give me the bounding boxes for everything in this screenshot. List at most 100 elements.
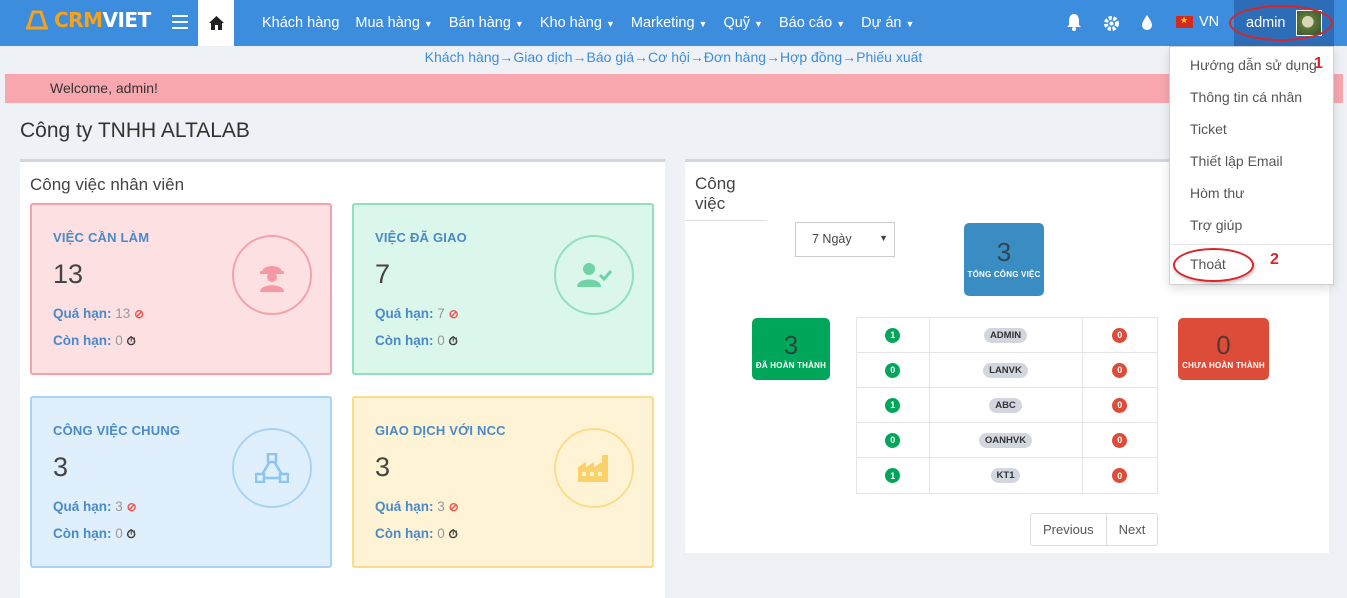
factory-icon [554,428,634,508]
menu-item-ticket[interactable]: Ticket [1190,121,1227,137]
menu-item-mailbox[interactable]: Hòm thư [1190,185,1245,201]
staff-name-badge[interactable]: OANHVK [978,432,1033,448]
menu-item-help[interactable]: Trợ giúp [1190,217,1242,233]
overdue-row: Quá hạn: 13 ⊘ [53,306,145,321]
nav-menu-label: Kho hàng [539,15,602,31]
stat-value: 7 [375,259,391,289]
menu-item-profile[interactable]: Thông tin cá nhân [1190,89,1302,105]
name-cell: KT1 [930,458,1083,493]
bell-icon[interactable] [1066,13,1082,34]
pagination: Previous Next [1030,513,1159,546]
menu-item-user-guide[interactable]: Hướng dẫn sử dụng [1190,57,1317,73]
caret-down-icon: ▼ [605,19,615,29]
menu-item-logout[interactable]: Thoát [1190,256,1226,272]
kpi-value: 0 [1216,330,1231,360]
stat-label: GIAO DỊCH VỚI NCC [375,423,506,438]
stat-box-todo[interactable]: VIỆC CẦN LÀM 13 Quá hạn: 13 ⊘ Quá hạn:Cò… [30,203,332,375]
staff-name-badge[interactable]: KT1 [990,468,1021,483]
welcome-alert: Welcome, admin! [5,74,1343,103]
gear-icon[interactable] [1103,15,1120,35]
nav-menu-item[interactable]: Quỹ ▼ [715,15,771,31]
overdue-row: Quá hạn: 3 ⊘ [53,499,137,514]
nav-menu-item[interactable]: Báo cáo ▼ [771,15,853,31]
previous-button[interactable]: Previous [1031,514,1107,545]
user-dropdown-menu: Hướng dẫn sử dụng Thông tin cá nhân Tick… [1169,46,1334,285]
name-cell: LANVK [930,353,1083,387]
drop-icon[interactable] [1141,14,1153,34]
page-title: Công ty TNHH ALTALAB [20,119,250,142]
done-cell: 1 [857,458,930,493]
undone-count-badge: 0 [1112,327,1128,343]
nav-menu-item[interactable]: Khách hàng [254,15,347,31]
kpi-label: TỔNG CÔNG VIỆC [967,270,1041,279]
user-menu-button[interactable]: admin [1234,0,1334,46]
nav-menu-item[interactable]: Bán hàng ▼ [441,15,532,31]
stat-box-assigned[interactable]: VIỆC ĐÃ GIAO 7 Quá hạn: 7 ⊘ Còn hạn: 0 ⏱ [352,203,654,375]
undone-cell: 0 [1083,353,1158,387]
logo-text: CRMVIET [54,8,151,32]
flow-arrow: → [572,49,587,65]
annotation-number-2: 2 [1270,251,1279,268]
main-menu: Khách hàng Mua hàng ▼ Bán hàng ▼ Kho hàng ▼ Mar… [254,0,922,46]
remaining-row: Quá hạn:Còn hạn: 0 ⏱ [53,333,136,348]
network-icon [232,428,312,508]
remaining-row: Còn hạn: 0 ⏱ [53,526,136,541]
flow-link[interactable]: Giao dịch [513,49,572,65]
kpi-total-tasks: 3 TỔNG CÔNG VIỆC [964,223,1044,296]
period-select[interactable]: 7 Ngày ▼ [795,222,895,257]
flow-arrow: → [634,49,649,65]
staff-name-badge[interactable]: LANVK [983,362,1028,378]
name-cell: OANHVK [930,423,1083,457]
nav-menu-label: Dự án [861,15,902,31]
menu-item-email-settings[interactable]: Thiết lập Email [1190,153,1283,169]
done-count-badge: 1 [885,468,901,483]
nav-menu-item[interactable]: Kho hàng ▼ [532,15,623,31]
staff-task-table: 1 ADMIN 0 0 LANVK 0 1 ABC 0 0 OANHVK 0 1 KT1 0 [856,317,1158,494]
kpi-value: 3 [996,237,1012,267]
kpi-undone-tasks: 0 CHƯA HOÀN THÀNH [1178,318,1269,380]
hamburger-menu-icon[interactable] [172,15,188,29]
flow-link[interactable]: Hợp đồng [780,49,842,65]
undone-cell: 0 [1083,458,1158,493]
annotation-number-1: 1 [1314,55,1323,72]
flow-link[interactable]: Báo giá [587,49,634,65]
remaining-row: Còn hạn: 0 ⏱ [375,333,458,348]
logo-icon [26,10,48,30]
undone-count-badge: 0 [1112,468,1128,483]
staff-name-badge[interactable]: ADMIN [983,327,1028,343]
caret-down-icon: ▼ [879,233,888,243]
crmviet-logo[interactable]: CRMVIET [24,8,151,32]
kpi-label: ĐÃ HOÀN THÀNH [755,361,827,370]
undone-count-badge: 0 [1112,362,1128,378]
nav-menu-item[interactable]: Dự án ▼ [853,15,922,31]
undone-count-badge: 0 [1112,397,1128,413]
menu-divider [1171,244,1333,245]
flow-link[interactable]: Cơ hội [648,49,690,65]
undone-cell: 0 [1083,388,1158,422]
next-button[interactable]: Next [1107,514,1158,545]
panel-title: Công việc [685,174,767,221]
table-row: 0 LANVK 0 [857,353,1157,388]
done-count-badge: 0 [885,432,901,448]
panel-title: Công việc nhân viên [30,175,185,194]
name-cell: ADMIN [930,318,1083,352]
nav-menu-item[interactable]: Mua hàng ▼ [347,15,440,31]
stat-box-supplier[interactable]: GIAO DỊCH VỚI NCC 3 Quá hạn: 3 ⊘ Còn hạn… [352,396,654,568]
caret-down-icon: ▼ [836,19,846,29]
table-row: 0 OANHVK 0 [857,423,1157,458]
nav-menu-item[interactable]: Marketing ▼ [623,15,716,31]
done-count-badge: 1 [885,397,901,413]
no-clock-icon: ⊘ [126,500,137,514]
flow-link[interactable]: Phiếu xuất [856,49,922,65]
language-selector[interactable]: VN [1176,14,1219,30]
stat-value: 3 [375,452,391,482]
stat-box-shared[interactable]: CÔNG VIỆC CHUNG 3 Quá hạn: 3 ⊘ Còn hạn: … [30,396,332,568]
home-button[interactable] [198,0,234,46]
done-count-badge: 0 [885,362,901,378]
staff-name-badge[interactable]: ABC [989,397,1022,413]
kpi-label: CHƯA HOÀN THÀNH [1182,361,1265,370]
caret-down-icon: ▼ [423,19,433,29]
flow-link[interactable]: Đơn hàng [704,49,766,65]
flow-link[interactable]: Khách hàng [425,49,500,65]
top-navbar: CRMVIET Khách hàng Mua hàng ▼ Bán hàng ▼ Kho … [0,0,1347,46]
